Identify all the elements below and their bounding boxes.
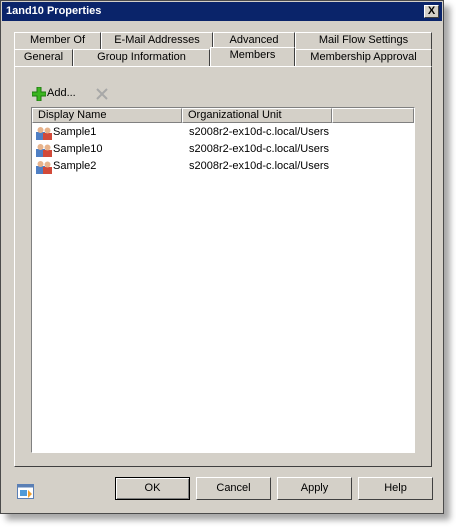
column-organizational-unit[interactable]: Organizational Unit bbox=[182, 108, 332, 123]
member-ou: s2008r2-ex10d-c.local/Users bbox=[189, 143, 330, 155]
ok-button[interactable]: OK bbox=[115, 477, 190, 500]
title-bar: 1and10 Properties X bbox=[2, 2, 442, 21]
column-display-name[interactable]: Display Name bbox=[32, 108, 182, 123]
apply-button[interactable]: Apply bbox=[277, 477, 352, 500]
member-ou: s2008r2-ex10d-c.local/Users bbox=[189, 160, 330, 172]
tab-membership-approval[interactable]: Membership Approval bbox=[295, 49, 432, 66]
list-header: Display Name Organizational Unit bbox=[32, 108, 414, 123]
add-button[interactable]: Add... bbox=[32, 85, 90, 103]
properties-dialog: 1and10 Properties X Member Of E-Mail Add… bbox=[0, 0, 444, 514]
member-name: Sample10 bbox=[53, 143, 103, 155]
tab-mail-flow-settings[interactable]: Mail Flow Settings bbox=[295, 32, 432, 49]
member-ou: s2008r2-ex10d-c.local/Users bbox=[189, 126, 330, 138]
cancel-button[interactable]: Cancel bbox=[196, 477, 271, 500]
members-panel: Add... Display Name Organizational Unit … bbox=[14, 66, 432, 467]
help-button[interactable]: Help bbox=[358, 477, 433, 500]
tab-member-of[interactable]: Member Of bbox=[14, 32, 101, 49]
remove-icon[interactable] bbox=[96, 88, 108, 100]
green-plus-icon bbox=[32, 87, 46, 101]
window-title: 1and10 Properties bbox=[6, 5, 102, 17]
list-item[interactable]: Sample1 s2008r2-ex10d-c.local/Users bbox=[33, 124, 413, 141]
tab-members[interactable]: Members bbox=[210, 47, 295, 66]
user-icon bbox=[36, 144, 52, 157]
column-filler bbox=[332, 108, 414, 123]
close-button[interactable]: X bbox=[424, 5, 439, 18]
list-item[interactable]: Sample2 s2008r2-ex10d-c.local/Users bbox=[33, 158, 413, 175]
tab-email-addresses[interactable]: E-Mail Addresses bbox=[101, 32, 213, 49]
properties-icon bbox=[17, 484, 34, 499]
user-icon bbox=[36, 127, 52, 140]
user-icon bbox=[36, 161, 52, 174]
tab-general[interactable]: General bbox=[14, 49, 73, 66]
members-list[interactable]: Display Name Organizational Unit Sample1… bbox=[31, 107, 415, 453]
list-item[interactable]: Sample10 s2008r2-ex10d-c.local/Users bbox=[33, 141, 413, 158]
add-label: Add... bbox=[47, 87, 76, 99]
tab-group-information[interactable]: Group Information bbox=[73, 49, 210, 66]
member-name: Sample2 bbox=[53, 160, 97, 172]
member-name: Sample1 bbox=[53, 126, 97, 138]
